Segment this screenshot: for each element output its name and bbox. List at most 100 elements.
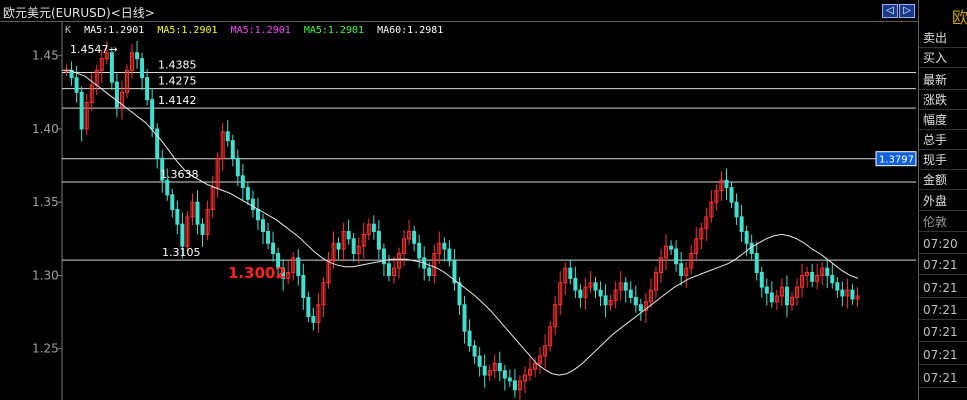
side-item-outer[interactable]: 外盘 xyxy=(919,191,967,211)
level-label: 1.3638 xyxy=(160,168,199,181)
side-item-last[interactable]: 最新 xyxy=(919,70,967,90)
candle-body xyxy=(810,272,815,282)
candle-body xyxy=(200,223,205,235)
candle-body xyxy=(512,380,517,391)
candle-body xyxy=(633,296,638,306)
tick-time: 07:21 xyxy=(919,345,967,365)
prev-arrow-icon[interactable]: ◁ xyxy=(882,4,898,18)
candle-body xyxy=(261,219,265,233)
tick-time: 07:21 xyxy=(919,255,967,275)
y-tick-label: 1.40 xyxy=(32,122,59,136)
side-item-amount[interactable]: 金额 xyxy=(919,170,967,190)
candle-body xyxy=(593,282,598,291)
high-annotation: 1.4547→ xyxy=(70,43,118,56)
candle-body xyxy=(417,242,422,259)
candle-body xyxy=(109,52,114,83)
candle-body xyxy=(674,248,679,265)
candle-body xyxy=(669,245,674,250)
candle-body xyxy=(175,209,180,225)
candle-body xyxy=(623,282,628,291)
next-arrow-icon[interactable]: ▷ xyxy=(899,4,915,18)
candle-body xyxy=(180,223,185,247)
candle-body xyxy=(386,263,391,276)
candle-body xyxy=(598,289,603,297)
candle-body xyxy=(759,272,764,288)
level-label: 1.4275 xyxy=(158,75,197,88)
candle-body xyxy=(351,238,356,254)
candle-body xyxy=(336,242,341,250)
price-tag-label: 1.3797 xyxy=(879,155,914,166)
side-item-change[interactable]: 涨跌 xyxy=(919,90,967,110)
candle-body xyxy=(230,140,235,159)
tick-time: 07:21 xyxy=(919,322,967,342)
candle-body xyxy=(578,289,583,298)
candle-body xyxy=(628,289,633,298)
chart-title: 欧元美元(EURUSD)<日线> xyxy=(3,6,155,20)
ma60-line xyxy=(62,69,859,376)
candle-body xyxy=(250,198,255,211)
candle-body xyxy=(306,296,311,317)
candle-body xyxy=(255,209,260,221)
candle-body xyxy=(850,289,855,300)
candle-body xyxy=(679,263,684,276)
candle-body xyxy=(497,362,502,372)
candle-body xyxy=(744,231,749,244)
side-item-sell[interactable]: 卖出 xyxy=(919,28,967,48)
candle-body xyxy=(266,231,271,244)
candle-body xyxy=(830,274,835,284)
kline-chart[interactable]: 1.45 1.40 1.35 1.30 1.25 1.4385 1.4275 1.4142 1.… xyxy=(0,22,918,400)
candle-body xyxy=(447,248,452,262)
side-item-london[interactable]: 伦敦 xyxy=(919,212,967,232)
level-label: 1.4385 xyxy=(158,59,197,72)
candle-body xyxy=(150,99,155,130)
candle-body xyxy=(225,131,230,142)
tick-time: 07:21 xyxy=(919,300,967,320)
candle-body xyxy=(573,277,578,291)
candle-body xyxy=(74,77,79,93)
candle-body xyxy=(376,231,381,250)
candle-body xyxy=(457,282,462,306)
candle-body xyxy=(739,216,744,233)
candle-body xyxy=(245,187,250,200)
candle-body xyxy=(412,231,417,244)
candle-body xyxy=(235,157,240,177)
candle-body xyxy=(724,179,729,189)
candle-body xyxy=(502,370,507,379)
legend-ma60: MA60:1.2981 xyxy=(377,25,444,36)
candle-body xyxy=(754,252,759,274)
legend-ma5-white: MA5:1.2901 xyxy=(84,25,145,36)
tick-time: 07:21 xyxy=(919,368,967,388)
side-item-current-hand[interactable]: 现手 xyxy=(919,150,967,170)
candle-body xyxy=(170,194,175,211)
low-annotation: 1.3002 xyxy=(228,264,286,282)
side-item-range[interactable]: 幅度 xyxy=(919,110,967,130)
candle-body xyxy=(296,257,301,276)
candle-body xyxy=(472,345,477,357)
indicator-legend: K MA5:1.2901 MA5:1.2901 MA5:1.2901 MA5:1… xyxy=(65,25,450,36)
side-item-volume[interactable]: 总手 xyxy=(919,130,967,150)
candle-body xyxy=(769,292,774,303)
candle-body xyxy=(467,330,472,347)
candle-body xyxy=(79,91,84,130)
quote-side-panel: 欧 卖出 买入 最新 涨跌 幅度 总手 现手 金额 外盘 伦敦 07:20 07… xyxy=(918,0,967,400)
y-tick-label: 1.30 xyxy=(32,268,59,282)
legend-ma5-green: MA5:1.2901 xyxy=(303,25,365,36)
candle-body xyxy=(764,286,769,294)
chart-title-bar: 欧元美元(EURUSD)<日线> ◁ ▷ xyxy=(0,0,918,22)
legend-ma5-yellow: MA5:1.2901 xyxy=(157,25,218,36)
candle-body xyxy=(734,201,739,218)
candle-body xyxy=(381,248,386,265)
level-label: 1.4142 xyxy=(158,94,197,107)
candle-body xyxy=(311,315,316,323)
side-panel-header: 欧 xyxy=(919,0,967,30)
candle-body xyxy=(638,304,643,312)
candle-body xyxy=(507,377,512,382)
side-item-buy[interactable]: 买入 xyxy=(919,48,967,68)
candle-body xyxy=(825,267,830,276)
candle-body xyxy=(165,179,170,196)
candle-body xyxy=(135,52,140,60)
candle-body xyxy=(427,267,432,276)
candle-body xyxy=(568,267,573,279)
candle-body xyxy=(603,295,608,306)
candle-body xyxy=(114,81,119,108)
